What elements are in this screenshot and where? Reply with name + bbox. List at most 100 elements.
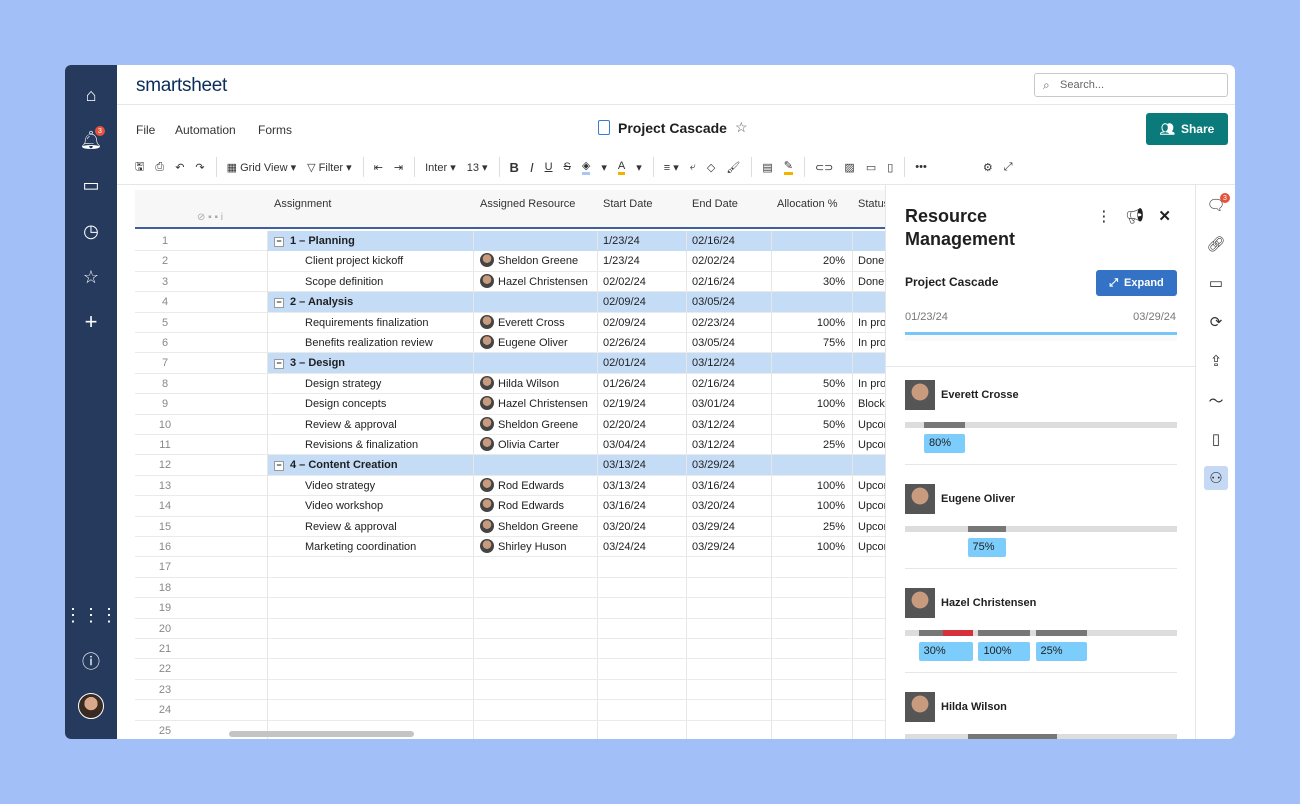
resource-cell[interactable]: Olivia Carter [480, 437, 600, 451]
bold-icon[interactable]: B [510, 160, 519, 175]
column-header-status[interactable]: Status [858, 198, 885, 210]
end-date-cell[interactable]: 03/29/24 [692, 521, 735, 533]
table-row[interactable]: 18 [135, 577, 885, 599]
table-row[interactable]: 19 [135, 598, 885, 619]
image-icon[interactable]: ▨ [844, 161, 854, 174]
assignment-cell[interactable]: −1 – Planning [274, 235, 355, 247]
end-date-cell[interactable]: 03/12/24 [692, 419, 735, 431]
resource-cell[interactable]: Hilda Wilson [480, 375, 600, 390]
table-row[interactable]: 11 Revisions & finalization Olivia Carter 0… [135, 435, 885, 456]
start-date-cell[interactable]: 1/23/24 [603, 235, 640, 247]
eraser-icon[interactable]: ◇ [707, 161, 715, 174]
resource-cell[interactable]: Hazel Christensen [480, 396, 600, 411]
start-date-cell[interactable]: 01/26/24 [603, 378, 646, 390]
column-header-allocation[interactable]: Allocation % [777, 198, 838, 210]
column-icon[interactable]: ▯ [887, 161, 893, 174]
highlight-icon[interactable]: ✎ [783, 159, 793, 175]
table-row[interactable]: 10 Review & approval Sheldon Greene 02/20/2… [135, 414, 885, 435]
assignment-cell[interactable]: Video strategy [305, 480, 470, 492]
end-date-cell[interactable]: 02/16/24 [692, 276, 735, 288]
end-date-cell[interactable]: 03/05/24 [692, 296, 735, 308]
end-date-cell[interactable]: 03/01/24 [692, 398, 735, 410]
end-date-cell[interactable]: 02/02/24 [692, 255, 735, 267]
link-icon[interactable]: ⊂⊃ [815, 161, 833, 174]
resource-cell[interactable]: Shirley Huson [480, 539, 600, 553]
end-date-cell[interactable]: 02/16/24 [692, 378, 735, 390]
fullscreen-icon[interactable]: ⤢ [1004, 161, 1013, 174]
assignment-cell[interactable]: Review & approval [305, 419, 470, 431]
status-cell[interactable]: Upcoming [858, 541, 885, 553]
resource-management-icon[interactable]: ⚇ [1204, 466, 1228, 490]
status-cell[interactable]: In progress [858, 317, 885, 329]
assignment-cell[interactable]: Requirements finalization [305, 317, 470, 329]
status-cell[interactable]: Upcoming [858, 500, 885, 512]
assignment-cell[interactable]: Revisions & finalization [305, 439, 470, 451]
align-icon[interactable]: ≡ ▾ [664, 161, 679, 174]
assignment-cell[interactable]: −2 – Analysis [274, 296, 353, 309]
allocation-cell[interactable]: 50% [771, 419, 845, 431]
megaphone-icon[interactable]: 📢︎ [1125, 207, 1144, 225]
expand-button[interactable]: ⤢ Expand [1096, 270, 1177, 296]
allocation-cell[interactable]: 100% [771, 480, 845, 492]
summary-icon[interactable]: ▯ [1204, 427, 1228, 451]
format-painter-icon[interactable]: 🖌︎ [726, 161, 740, 174]
allocation-cell[interactable]: 25% [771, 439, 845, 451]
table-row[interactable]: 13 Video strategy Rod Edwards 03/13/24 03/16… [135, 475, 885, 497]
underline-icon[interactable]: U [545, 161, 553, 173]
help-icon[interactable]: ⓘ [79, 649, 103, 673]
undo-icon[interactable]: ↶ [175, 161, 184, 174]
status-cell[interactable]: Upcoming [858, 419, 885, 431]
strikethrough-icon[interactable]: S [564, 161, 571, 173]
group-row[interactable]: 7 −3 – Design 02/01/24 03/12/24 [135, 353, 885, 374]
table-row[interactable]: 3 Scope definition Hazel Christensen 02/02/… [135, 271, 885, 293]
status-cell[interactable]: Done [858, 255, 885, 267]
status-cell[interactable]: Done [858, 276, 885, 288]
allocation-pill[interactable]: 75% [967, 538, 1006, 557]
resource-cell[interactable]: Rod Edwards [480, 498, 600, 513]
column-header-start[interactable]: Start Date [603, 198, 653, 210]
table-row[interactable]: 2 Client project kickoff Sheldon Greene 1/2… [135, 251, 885, 272]
user-avatar[interactable] [78, 693, 104, 719]
table-row[interactable]: 8 Design strategy Hilda Wilson 01/26/24 02/1… [135, 373, 885, 395]
more-icon[interactable]: ••• [915, 161, 927, 173]
start-date-cell[interactable]: 03/16/24 [603, 500, 646, 512]
assignment-cell[interactable]: Benefits realization review [305, 337, 470, 349]
allocation-pill[interactable]: 30% [918, 642, 973, 661]
start-date-cell[interactable]: 02/01/24 [603, 357, 646, 369]
horizontal-scrollbar[interactable] [229, 731, 414, 737]
end-date-cell[interactable]: 02/16/24 [692, 235, 735, 247]
font-dropdown[interactable]: Inter ▾ [425, 161, 456, 174]
star-icon[interactable]: ☆ [735, 119, 748, 136]
start-date-cell[interactable]: 02/20/24 [603, 419, 646, 431]
print-icon[interactable]: ⎙ [155, 161, 164, 174]
allocation-cell[interactable]: 75% [771, 337, 845, 349]
status-cell[interactable]: In progress [858, 378, 885, 390]
allocation-cell[interactable]: 100% [771, 500, 845, 512]
table-row[interactable]: 6 Benefits realization review Eugene Olive… [135, 333, 885, 354]
start-date-cell[interactable]: 03/04/24 [603, 439, 646, 451]
table-row[interactable]: 20 [135, 618, 885, 639]
allocation-cell[interactable]: 30% [771, 276, 845, 288]
search-input[interactable]: ⌕ Search... [1034, 73, 1228, 97]
collapse-icon[interactable]: − [274, 461, 284, 472]
clock-icon[interactable]: ◷ [79, 219, 103, 243]
menu-file[interactable]: File [136, 123, 155, 137]
collapse-icon[interactable]: − [274, 359, 284, 370]
card-icon[interactable]: ▭ [866, 161, 876, 174]
assignment-cell[interactable]: Client project kickoff [305, 255, 470, 267]
assignment-cell[interactable]: Design concepts [305, 398, 470, 410]
conditional-format-icon[interactable]: ▤ [762, 161, 772, 174]
resource-cell[interactable]: Sheldon Greene [480, 416, 600, 431]
start-date-cell[interactable]: 03/13/24 [603, 480, 646, 492]
assignment-cell[interactable]: Scope definition [305, 276, 470, 288]
home-icon[interactable]: ⌂ [79, 83, 103, 107]
allocation-pill[interactable]: 80% [924, 434, 965, 453]
filter-dropdown[interactable]: ▽ Filter ▾ [307, 161, 352, 174]
end-date-cell[interactable]: 03/12/24 [692, 357, 735, 369]
allocation-cell[interactable]: 100% [771, 317, 845, 329]
resource-cell[interactable]: Sheldon Greene [480, 518, 600, 533]
end-date-cell[interactable]: 03/29/24 [692, 459, 735, 471]
publish-icon[interactable]: ⇪ [1204, 349, 1228, 373]
outdent-icon[interactable]: ⇤ [374, 161, 383, 174]
resource-cell[interactable]: Sheldon Greene [480, 253, 600, 268]
